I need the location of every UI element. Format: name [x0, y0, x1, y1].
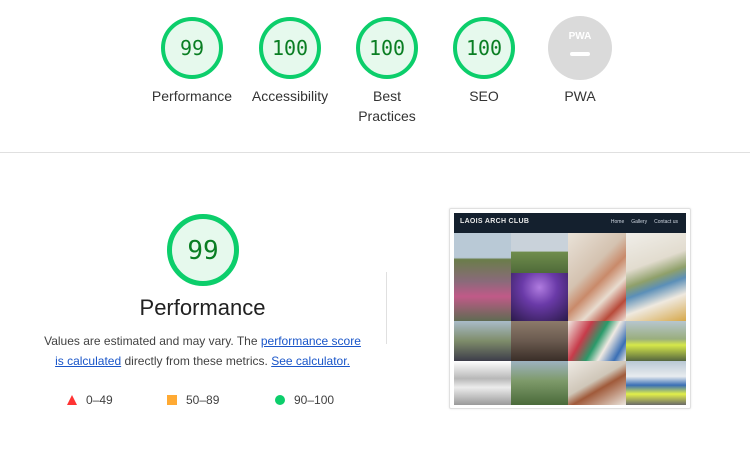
gauge-label: SEO: [469, 88, 499, 104]
gauge-ring: 100: [259, 17, 321, 79]
gauge-label-line: Best: [372, 88, 401, 104]
gauge-performance[interactable]: 99 Performance: [142, 16, 242, 106]
gauge-label: PWA: [564, 88, 596, 104]
legend-average: 50–89: [167, 393, 219, 407]
desc-text: Values are estimated and may vary. The: [44, 334, 261, 348]
gauge-seo[interactable]: 100 SEO: [434, 16, 534, 106]
performance-title: Performance: [139, 295, 266, 320]
pwa-badge-text: PWA: [569, 31, 592, 42]
desc-text: directly from these metrics.: [121, 354, 272, 368]
gauge-ring: 100: [356, 17, 418, 79]
photo-tile: [454, 361, 511, 405]
performance-summary: 99 Performance Values are estimated and …: [40, 213, 365, 371]
photo-tile: [568, 233, 626, 321]
thumb-menu-item: Contact us: [654, 219, 678, 225]
photo-tile: [511, 273, 568, 321]
performance-gauge: 99: [166, 214, 239, 286]
gauge-ring: 100: [453, 17, 515, 79]
legend-label: 0–49: [86, 393, 113, 407]
gauge-pwa[interactable]: PWA PWA: [530, 16, 630, 106]
gauge-score: 99: [180, 36, 204, 60]
section-divider: [0, 152, 750, 153]
gauge-accessibility[interactable]: 100 Accessibility: [240, 16, 340, 106]
final-screenshot[interactable]: LAOIS ARCH CLUB Home Gallery Contact us: [449, 208, 691, 409]
photo-tile: [626, 321, 686, 361]
triangle-icon: [67, 395, 77, 405]
screenshot-image: LAOIS ARCH CLUB Home Gallery Contact us: [454, 213, 686, 405]
photo-tile: [626, 361, 686, 405]
legend-label: 50–89: [186, 393, 220, 407]
photo-tile: [511, 321, 568, 361]
thumb-menu: Home Gallery Contact us: [611, 219, 678, 225]
gauge-label: Accessibility: [251, 88, 329, 104]
gauge-label: Best Practices: [337, 86, 437, 126]
thumb-menu-item: Gallery: [631, 219, 648, 225]
legend-pass: 90–100: [275, 393, 334, 407]
performance-description: Values are estimated and may vary. The p…: [40, 331, 365, 371]
gauge-score: 100: [369, 36, 405, 60]
category-gauges: 99 Performance 100 Accessibility 100 Bes…: [0, 16, 750, 152]
photo-tile: [511, 233, 568, 273]
gauge-ring: 99: [161, 17, 223, 79]
see-calculator-link[interactable]: See calculator.: [271, 354, 350, 368]
legend-fail: 0–49: [67, 393, 113, 407]
legend-label: 90–100: [294, 393, 335, 407]
photo-tile: [568, 321, 626, 361]
thumb-menu-item: Home: [610, 219, 625, 225]
thumb-brand: LAOIS ARCH CLUB: [460, 218, 530, 225]
circle-icon: [275, 395, 285, 405]
gauge-best-practices[interactable]: 100 Best Practices: [337, 16, 437, 126]
square-icon: [167, 395, 177, 405]
gauge-label-line: Practices: [358, 108, 416, 124]
photo-tile: [511, 361, 568, 405]
photo-tile: [454, 321, 511, 361]
photo-tile: [568, 361, 626, 405]
performance-score: 99: [187, 236, 218, 266]
photo-tile: [454, 233, 511, 321]
gauge-label: Performance: [151, 88, 233, 104]
thumb-navbar: LAOIS ARCH CLUB Home Gallery Contact us: [454, 213, 686, 233]
vertical-divider: [386, 272, 387, 344]
gauge-score: 100: [272, 36, 308, 60]
pwa-badge-icon: PWA: [548, 16, 612, 80]
photo-tile: [626, 233, 686, 321]
gauge-score: 100: [466, 36, 502, 60]
photo-grid: [454, 233, 686, 405]
